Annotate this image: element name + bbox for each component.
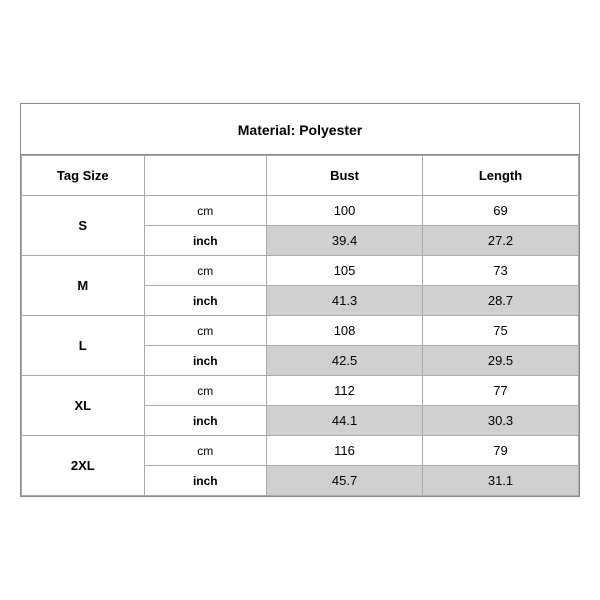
length-cm: 79 — [423, 436, 579, 466]
unit-cm: cm — [144, 376, 267, 406]
bust-inch: 45.7 — [267, 466, 423, 496]
chart-title: Material: Polyester — [21, 104, 579, 155]
bust-inch: 42.5 — [267, 346, 423, 376]
unit-inch: inch — [144, 226, 267, 256]
bust-cm: 100 — [267, 196, 423, 226]
length-cm: 69 — [423, 196, 579, 226]
length-inch: 31.1 — [423, 466, 579, 496]
unit-cm: cm — [144, 256, 267, 286]
length-cm: 73 — [423, 256, 579, 286]
length-inch: 28.7 — [423, 286, 579, 316]
table-row: XLcm11277 — [22, 376, 579, 406]
length-inch: 30.3 — [423, 406, 579, 436]
bust-cm: 105 — [267, 256, 423, 286]
unit-inch: inch — [144, 286, 267, 316]
size-label: XL — [22, 376, 145, 436]
length-inch: 27.2 — [423, 226, 579, 256]
unit-inch: inch — [144, 466, 267, 496]
size-chart-container: Material: Polyester Tag Size Bust Length… — [20, 103, 580, 497]
header-length: Length — [423, 156, 579, 196]
table-row: 2XLcm11679 — [22, 436, 579, 466]
length-inch: 29.5 — [423, 346, 579, 376]
size-table: Tag Size Bust Length Scm10069inch39.427.… — [21, 155, 579, 496]
bust-inch: 39.4 — [267, 226, 423, 256]
header-bust: Bust — [267, 156, 423, 196]
unit-cm: cm — [144, 196, 267, 226]
length-cm: 75 — [423, 316, 579, 346]
header-unit — [144, 156, 267, 196]
size-label: M — [22, 256, 145, 316]
unit-cm: cm — [144, 436, 267, 466]
bust-inch: 41.3 — [267, 286, 423, 316]
bust-inch: 44.1 — [267, 406, 423, 436]
bust-cm: 116 — [267, 436, 423, 466]
unit-cm: cm — [144, 316, 267, 346]
bust-cm: 112 — [267, 376, 423, 406]
size-label: S — [22, 196, 145, 256]
size-label: 2XL — [22, 436, 145, 496]
length-cm: 77 — [423, 376, 579, 406]
table-row: Mcm10573 — [22, 256, 579, 286]
unit-inch: inch — [144, 346, 267, 376]
unit-inch: inch — [144, 406, 267, 436]
table-row: Scm10069 — [22, 196, 579, 226]
size-label: L — [22, 316, 145, 376]
bust-cm: 108 — [267, 316, 423, 346]
table-row: Lcm10875 — [22, 316, 579, 346]
header-tag-size: Tag Size — [22, 156, 145, 196]
